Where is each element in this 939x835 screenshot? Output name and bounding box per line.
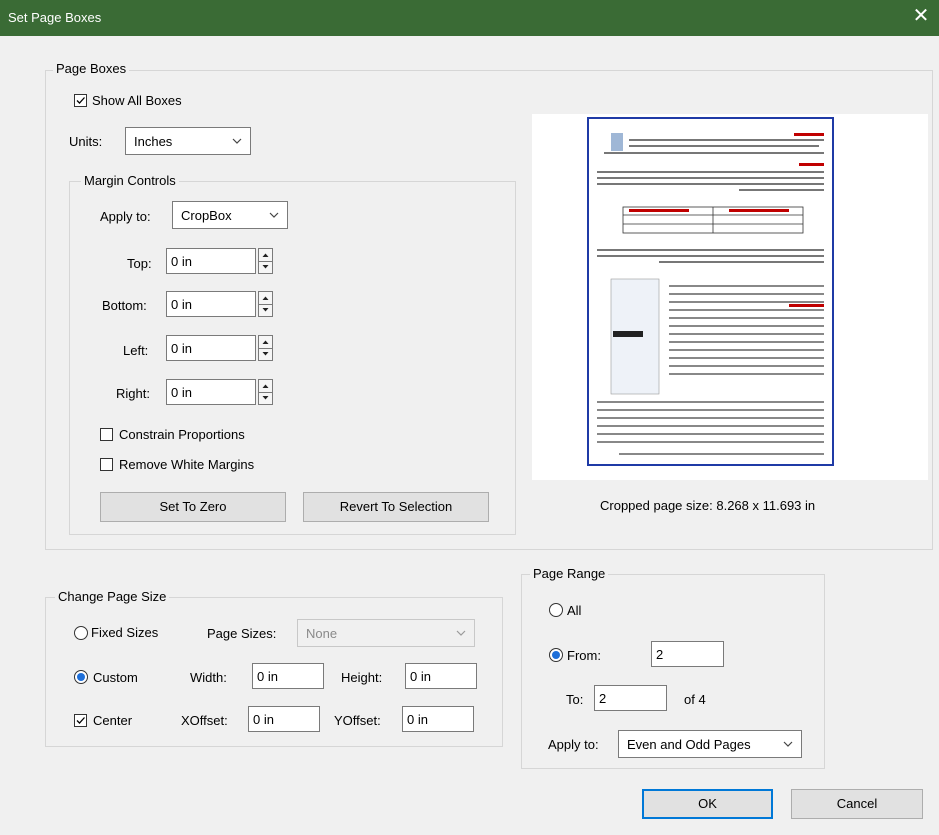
checkmark-icon [76, 97, 85, 104]
page-apply-to-label: Apply to: [548, 737, 599, 752]
page-sizes-value: None [306, 626, 338, 641]
height-label: Height: [341, 670, 383, 685]
preview-page-content [597, 133, 824, 455]
close-icon[interactable]: ✕ [909, 4, 933, 28]
set-to-zero-button[interactable]: Set To Zero [100, 492, 286, 522]
bottom-label: Bottom: [102, 298, 147, 313]
page-preview [532, 114, 928, 480]
to-label: To: [566, 692, 584, 707]
remove-white-margins-label: Remove White Margins [119, 457, 255, 472]
arrow-down-icon[interactable] [259, 392, 272, 404]
page-sizes-select[interactable]: None [297, 619, 475, 647]
arrow-down-icon[interactable] [259, 304, 272, 316]
width-value: 0 in [257, 669, 278, 684]
bottom-margin-value: 0 in [171, 297, 192, 312]
all-pages-label: All [567, 603, 582, 618]
custom-radio[interactable] [74, 670, 88, 684]
width-label: Width: [190, 670, 227, 685]
center-checkbox[interactable] [74, 714, 87, 727]
ok-button[interactable]: OK [642, 789, 773, 819]
left-margin-stepper[interactable] [258, 335, 273, 361]
center-label: Center [93, 713, 133, 728]
of-total-pages: of 4 [684, 692, 706, 707]
title-bar: Set Page Boxes ✕ [0, 0, 939, 36]
cropped-page-size: Cropped page size: 8.268 x 11.693 in [600, 498, 816, 513]
left-margin-value: 0 in [171, 341, 192, 356]
bottom-margin-stepper[interactable] [258, 291, 273, 317]
xoffset-label: XOffset: [181, 713, 228, 728]
page-apply-to-select[interactable]: Even and Odd Pages [618, 730, 802, 758]
units-value: Inches [134, 134, 173, 149]
yoffset-value: 0 in [407, 712, 428, 727]
apply-to-box-select[interactable]: CropBox [172, 201, 288, 229]
page-range-legend: Page Range [530, 566, 609, 581]
arrow-down-icon[interactable] [259, 348, 272, 360]
top-margin-stepper[interactable] [258, 248, 273, 274]
constrain-proportions-checkbox[interactable] [100, 428, 113, 441]
right-margin-input[interactable]: 0 in [166, 379, 256, 405]
from-radio[interactable] [549, 648, 563, 662]
top-label: Top: [127, 256, 152, 271]
apply-to-label: Apply to: [100, 209, 151, 224]
fixed-sizes-radio[interactable] [74, 626, 88, 640]
width-input[interactable]: 0 in [252, 663, 324, 689]
xoffset-value: 0 in [253, 712, 274, 727]
window-title: Set Page Boxes [8, 10, 102, 25]
right-margin-value: 0 in [171, 385, 192, 400]
bottom-margin-input[interactable]: 0 in [166, 291, 256, 317]
margin-controls-legend: Margin Controls [81, 173, 179, 188]
apply-to-box-value: CropBox [181, 208, 232, 223]
chevron-down-icon [456, 630, 466, 636]
yoffset-input[interactable]: 0 in [402, 706, 474, 732]
cancel-button[interactable]: Cancel [791, 789, 923, 819]
units-select[interactable]: Inches [125, 127, 251, 155]
change-page-size-legend: Change Page Size [55, 589, 170, 604]
chevron-down-icon [269, 212, 279, 218]
fixed-sizes-label: Fixed Sizes [91, 625, 159, 640]
remove-white-margins-checkbox[interactable] [100, 458, 113, 471]
preview-page-thumbnail [587, 117, 834, 466]
dialog-client: Page Boxes Show All Boxes Units: Inches … [0, 36, 939, 835]
from-page-input[interactable]: 2 [651, 641, 724, 667]
yoffset-label: YOffset: [334, 713, 381, 728]
xoffset-input[interactable]: 0 in [248, 706, 320, 732]
radio-selected-dot [77, 673, 85, 681]
margin-controls-group [69, 181, 516, 535]
left-margin-input[interactable]: 0 in [166, 335, 256, 361]
to-page-input[interactable]: 2 [594, 685, 667, 711]
show-all-boxes-label: Show All Boxes [92, 93, 182, 108]
height-input[interactable]: 0 in [405, 663, 477, 689]
custom-label: Custom [93, 670, 138, 685]
chevron-down-icon [232, 138, 242, 144]
revert-to-selection-button[interactable]: Revert To Selection [303, 492, 489, 522]
right-label: Right: [116, 386, 150, 401]
from-label: From: [567, 648, 601, 663]
to-page-value: 2 [599, 691, 607, 706]
radio-selected-dot [552, 651, 560, 659]
top-margin-input[interactable]: 0 in [166, 248, 256, 274]
checkmark-icon [76, 717, 85, 724]
top-margin-value: 0 in [171, 254, 192, 269]
page-boxes-legend: Page Boxes [53, 61, 130, 76]
chevron-down-icon [783, 741, 793, 747]
from-page-value: 2 [656, 647, 664, 662]
page-apply-to-value: Even and Odd Pages [627, 737, 751, 752]
height-value: 0 in [410, 669, 431, 684]
right-margin-stepper[interactable] [258, 379, 273, 405]
arrow-down-icon[interactable] [259, 261, 272, 273]
units-label: Units: [69, 134, 103, 149]
all-pages-radio[interactable] [549, 603, 563, 617]
show-all-boxes-checkbox[interactable] [74, 94, 87, 107]
constrain-proportions-label: Constrain Proportions [119, 427, 245, 442]
left-label: Left: [123, 343, 149, 358]
page-sizes-label: Page Sizes: [207, 626, 277, 641]
